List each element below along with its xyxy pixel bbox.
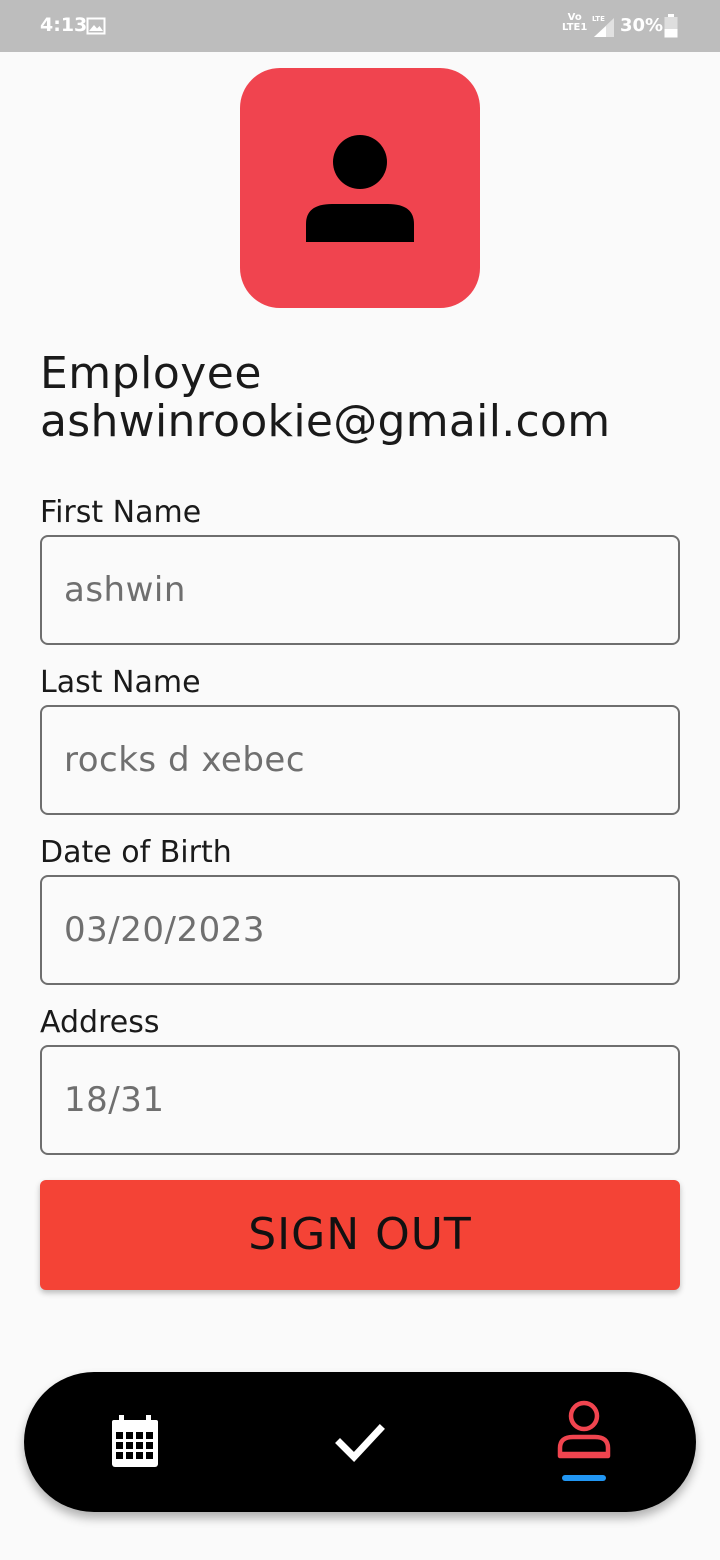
avatar[interactable] <box>240 68 480 308</box>
status-bar: 4:13 Vo LTE1 LTE 30% <box>0 0 720 52</box>
sign-out-button[interactable]: SIGN OUT <box>40 1180 680 1290</box>
battery-percent: 30% <box>620 15 664 36</box>
person-icon <box>557 1400 611 1459</box>
network-type: Vo LTE1 <box>562 13 587 33</box>
bottom-nav <box>24 1372 696 1512</box>
address-label: Address <box>40 1005 160 1040</box>
nav-item-calendar[interactable] <box>75 1372 195 1512</box>
svg-text:LTE: LTE <box>592 15 605 23</box>
check-icon <box>335 1424 385 1463</box>
first-name-field[interactable]: ashwin <box>40 535 680 645</box>
status-time: 4:13 <box>40 14 88 36</box>
active-tab-indicator <box>562 1475 606 1481</box>
first-name-label: First Name <box>40 495 202 530</box>
person-icon <box>306 135 414 242</box>
signal-icon: LTE <box>590 14 616 38</box>
gallery-icon <box>86 16 106 36</box>
network-type-bottom: LTE1 <box>562 22 588 33</box>
address-field[interactable]: 18/31 <box>40 1045 680 1155</box>
dob-field[interactable]: 03/20/2023 <box>40 875 680 985</box>
last-name-field[interactable]: rocks d xebec <box>40 705 680 815</box>
nav-item-tasks[interactable] <box>300 1372 420 1512</box>
user-role: Employee <box>40 348 262 399</box>
calendar-icon <box>112 1415 158 1467</box>
battery-icon <box>664 14 678 38</box>
user-email: ashwinrookie@gmail.com <box>40 396 611 447</box>
nav-item-profile[interactable] <box>524 1372 644 1512</box>
dob-label: Date of Birth <box>40 835 232 870</box>
last-name-label: Last Name <box>40 665 201 700</box>
